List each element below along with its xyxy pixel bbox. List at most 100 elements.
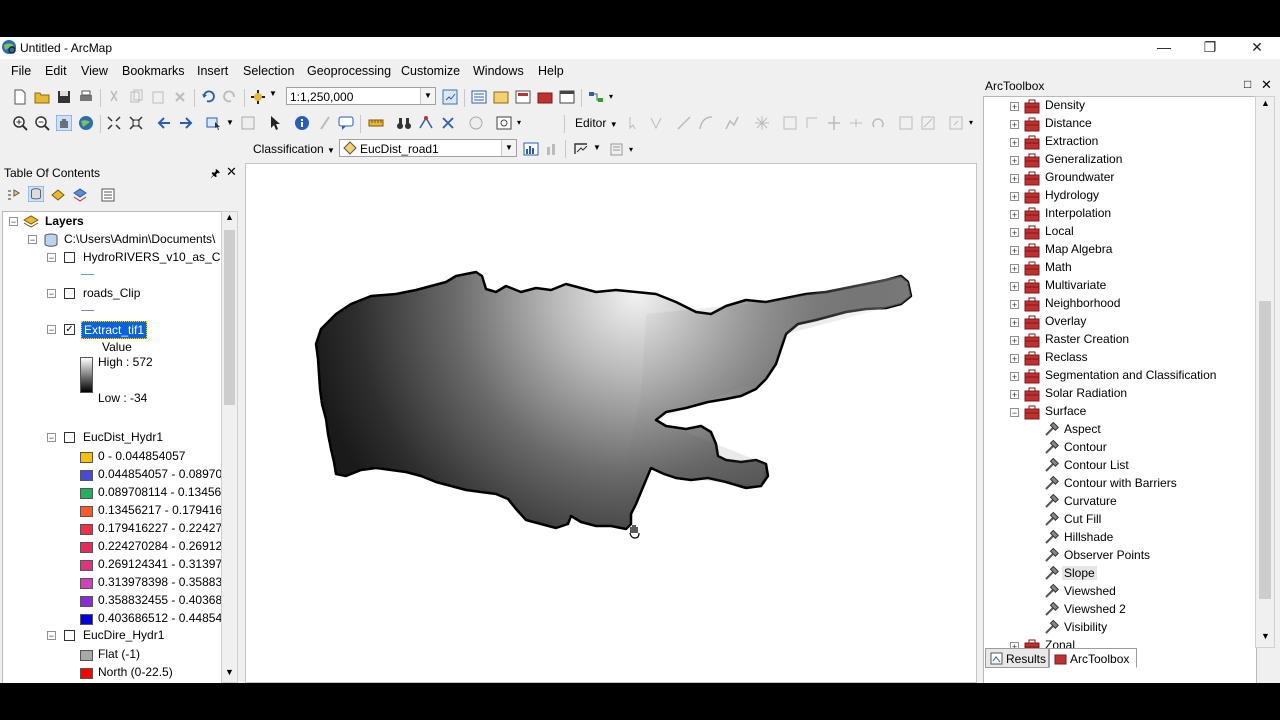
collapse-layers-toggle[interactable]: − <box>9 217 18 227</box>
expand-toolset-toggle[interactable]: + <box>1010 264 1019 274</box>
toolset-reclass[interactable]: Reclass <box>1045 350 1088 364</box>
toolbar-overflow-icon[interactable]: ▾ <box>609 92 613 101</box>
search-window-icon[interactable] <box>515 89 531 105</box>
expand-toolset-toggle[interactable]: + <box>1010 336 1019 346</box>
paste-icon[interactable] <box>150 89 166 105</box>
identify-icon[interactable] <box>294 115 310 131</box>
layer-name[interactable]: EucDire_Hydr1 <box>83 628 164 642</box>
create-viewer-window-icon[interactable] <box>496 115 512 131</box>
tool-viewshed[interactable]: Viewshed <box>1064 584 1116 598</box>
scroll-down-arrow[interactable]: ▼ <box>1261 631 1270 641</box>
raster-map-canvas[interactable] <box>246 164 976 682</box>
toolset-density[interactable]: Density <box>1045 98 1085 112</box>
delete-icon[interactable] <box>172 89 188 105</box>
toolset-multivariate[interactable]: Multivariate <box>1045 278 1106 292</box>
toc-scrollbar[interactable]: ▲ ▼ <box>221 211 238 683</box>
scatterplot-icon[interactable] <box>545 141 561 157</box>
close-panel-icon[interactable]: ✕ <box>226 164 237 180</box>
scrollbar-thumb[interactable] <box>224 230 235 405</box>
select-features-icon[interactable] <box>206 115 222 131</box>
find-route-icon[interactable] <box>418 115 434 131</box>
expand-toolset-toggle[interactable]: + <box>1010 210 1019 220</box>
menu-selection[interactable]: Selection <box>243 64 294 78</box>
go-to-xy-icon[interactable] <box>440 115 456 131</box>
toolset-math[interactable]: Math <box>1045 260 1072 274</box>
redo-icon[interactable] <box>222 89 238 105</box>
tool-contour[interactable]: Contour <box>1064 440 1107 454</box>
close-panel-icon[interactable]: ✕ <box>1261 77 1272 93</box>
toolset-neighborhood[interactable]: Neighborhood <box>1045 296 1120 310</box>
classification-menu[interactable]: Classification ▼ <box>253 142 335 156</box>
expand-toolset-toggle[interactable]: + <box>1010 354 1019 364</box>
expand-toolset-toggle[interactable]: + <box>1010 318 1019 328</box>
layer-name-selected[interactable]: Extract_tif1 <box>81 321 148 339</box>
add-data-dropdown-arrow[interactable]: ▼ <box>269 89 277 98</box>
layer-visibility-checkbox-checked[interactable]: ✓ <box>64 324 75 335</box>
chevron-down-icon[interactable]: ▼ <box>593 143 601 152</box>
close-window-button[interactable]: ✕ <box>1234 37 1280 59</box>
list-by-visibility-icon[interactable] <box>50 187 66 203</box>
layer-visibility-checkbox[interactable] <box>64 252 75 263</box>
expand-toolset-toggle[interactable]: + <box>1010 102 1019 112</box>
folder-path[interactable]: C:\Users\Admin\Documents\ <box>64 232 215 246</box>
layer-name[interactable]: EucDist_Hydr1 <box>83 430 163 444</box>
save-icon[interactable] <box>56 89 72 105</box>
scale-selector[interactable]: 1:1,250,000 ▼ <box>286 87 436 105</box>
editor-toolbar-icon[interactable] <box>442 89 458 105</box>
fixed-zoom-out-icon[interactable] <box>128 115 144 131</box>
toolset-groundwater[interactable]: Groundwater <box>1045 170 1114 184</box>
toolset-raster-creation[interactable]: Raster Creation <box>1045 332 1129 346</box>
options-icon[interactable] <box>100 187 116 203</box>
scroll-up-arrow[interactable]: ▲ <box>1261 98 1270 108</box>
expand-toolset-toggle[interactable]: + <box>1010 228 1019 238</box>
select-dropdown-arrow[interactable]: ▼ <box>226 118 234 127</box>
undo-icon[interactable] <box>200 89 216 105</box>
training-sample-manager-icon[interactable] <box>609 141 625 157</box>
histogram-icon[interactable] <box>523 141 539 157</box>
scrollbar-thumb[interactable] <box>1259 301 1271 599</box>
tool-hillshade[interactable]: Hillshade <box>1064 530 1113 544</box>
collapse-toolset-toggle[interactable]: − <box>1010 408 1019 418</box>
expand-toolset-toggle[interactable]: + <box>1010 390 1019 400</box>
collapse-layer-toggle[interactable]: − <box>47 289 56 299</box>
print-icon[interactable] <box>78 89 94 105</box>
copy-icon[interactable] <box>128 89 144 105</box>
select-elements-arrow-icon[interactable] <box>268 115 284 131</box>
find-binoculars-icon[interactable] <box>396 115 412 131</box>
python-window-icon[interactable] <box>559 89 575 105</box>
measure-icon[interactable] <box>368 115 384 131</box>
editor-menu[interactable]: Editor ▼ <box>575 116 618 130</box>
pin-icon[interactable]: 🖈 <box>210 165 220 184</box>
tab-arctoolbox[interactable]: ArcToolbox <box>1049 648 1137 668</box>
tool-slope[interactable]: Slope <box>1062 566 1097 580</box>
expand-toolset-toggle[interactable]: + <box>1010 372 1019 382</box>
forward-arrow-icon[interactable] <box>178 115 194 131</box>
layer-name[interactable]: roads_Clip <box>83 286 140 300</box>
tool-cut-fill[interactable]: Cut Fill <box>1064 512 1101 526</box>
chevron-down-icon[interactable]: ▼ <box>501 140 516 156</box>
arctoolbox-icon[interactable] <box>537 89 553 105</box>
menu-windows[interactable]: Windows <box>473 64 524 78</box>
toolset-solar-radiation[interactable]: Solar Radiation <box>1045 386 1127 400</box>
toolbox-scrollbar[interactable]: ▲ ▼ <box>1255 96 1275 648</box>
toolset-map-algebra[interactable]: Map Algebra <box>1045 242 1112 256</box>
menu-edit[interactable]: Edit <box>45 64 67 78</box>
catalog-icon[interactable] <box>493 89 509 105</box>
scroll-down-arrow[interactable]: ▼ <box>225 667 234 677</box>
menu-view[interactable]: View <box>81 64 108 78</box>
toolset-distance[interactable]: Distance <box>1045 116 1092 130</box>
toolset-overlay[interactable]: Overlay <box>1045 314 1086 328</box>
tool-visibility[interactable]: Visibility <box>1064 620 1107 634</box>
expand-toolset-toggle[interactable]: + <box>1010 300 1019 310</box>
toolset-extraction[interactable]: Extraction <box>1045 134 1098 148</box>
layer-selector[interactable]: EucDist_road1 ▼ <box>339 139 517 157</box>
full-extent-globe-icon[interactable] <box>78 115 94 131</box>
menu-help[interactable]: Help <box>538 64 564 78</box>
tool-contour-list[interactable]: Contour List <box>1064 458 1129 472</box>
layer-visibility-checkbox[interactable] <box>64 288 75 299</box>
expand-toolset-toggle[interactable]: + <box>1010 174 1019 184</box>
collapse-layer-toggle[interactable]: − <box>47 325 56 335</box>
expand-toolset-toggle[interactable]: + <box>1010 192 1019 202</box>
menu-bookmarks[interactable]: Bookmarks <box>122 64 185 78</box>
expand-toolset-toggle[interactable]: + <box>1010 156 1019 166</box>
